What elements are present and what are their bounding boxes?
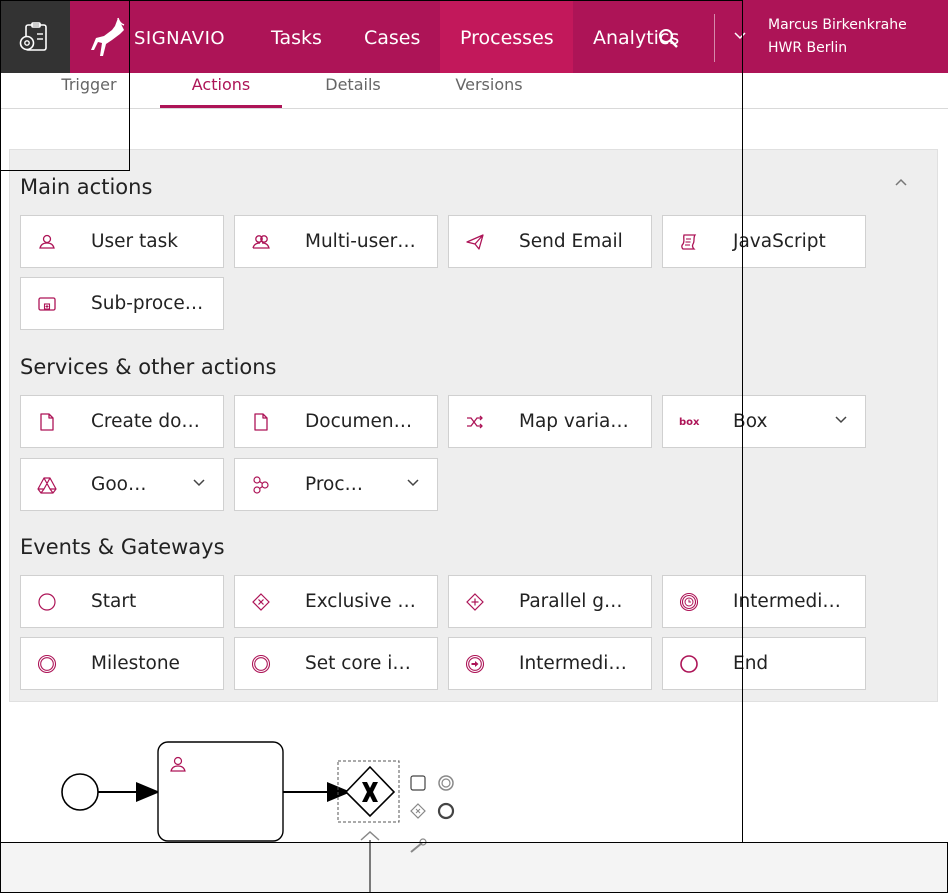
nav-processes[interactable]: Processes bbox=[440, 0, 573, 73]
nav-divider bbox=[714, 14, 715, 62]
action-label: Map varia… bbox=[519, 411, 629, 432]
document-icon bbox=[40, 413, 54, 431]
action-sub-process[interactable]: Sub-proce… bbox=[20, 277, 224, 330]
brand-name: SIGNAVIO bbox=[134, 28, 226, 49]
process-icon bbox=[253, 476, 269, 494]
milestone-icon bbox=[37, 654, 57, 674]
action-user-task[interactable]: User task bbox=[20, 215, 224, 268]
action-label: Start bbox=[91, 591, 137, 612]
append-task-icon[interactable] bbox=[410, 775, 426, 791]
tab-trigger[interactable]: Trigger bbox=[48, 73, 130, 108]
action-label: Create do… bbox=[91, 411, 200, 432]
action-label: Multi-user… bbox=[305, 231, 416, 252]
action-label: Intermedi… bbox=[519, 653, 627, 674]
event-intermediate-timer[interactable]: Intermedi… bbox=[662, 575, 866, 628]
action-label: Sub-proce… bbox=[91, 293, 204, 314]
start-event-shape[interactable] bbox=[61, 773, 99, 811]
event-start[interactable]: Start bbox=[20, 575, 224, 628]
multi-user-icon bbox=[252, 235, 270, 249]
box-logo-icon: box bbox=[679, 417, 700, 428]
action-label: Send Email bbox=[519, 231, 623, 252]
timer-event-icon bbox=[679, 592, 699, 612]
editor-tabs: Trigger Actions Details Versions bbox=[0, 73, 948, 109]
top-navigation-bar: SIGNAVIO Tasks Cases Processes Analytics… bbox=[0, 0, 948, 73]
action-label: End bbox=[733, 653, 769, 674]
chevron-down-icon[interactable] bbox=[733, 31, 747, 41]
action-label: Documen… bbox=[305, 411, 413, 432]
chevron-down-icon[interactable] bbox=[835, 416, 847, 424]
exclusive-gateway-shape[interactable] bbox=[337, 760, 400, 823]
search-icon[interactable] bbox=[657, 27, 681, 51]
nav-tasks[interactable]: Tasks bbox=[251, 0, 342, 73]
start-event-icon bbox=[38, 593, 56, 611]
google-drive-icon bbox=[37, 477, 57, 494]
user-organization: HWR Berlin bbox=[768, 40, 848, 56]
append-gateway-icon[interactable] bbox=[410, 803, 426, 819]
parallel-gateway-icon bbox=[466, 593, 484, 611]
gateway-exclusive[interactable]: Exclusive … bbox=[234, 575, 438, 628]
process-diagram-canvas[interactable] bbox=[0, 702, 948, 893]
action-google-drive[interactable]: Goo… bbox=[20, 458, 224, 511]
action-process[interactable]: Proc… bbox=[234, 458, 438, 511]
event-intermediate[interactable]: Intermedi… bbox=[448, 637, 652, 690]
send-icon bbox=[466, 234, 484, 250]
svg-text:box: box bbox=[679, 417, 700, 428]
chevron-up-icon[interactable] bbox=[360, 830, 380, 841]
user-name[interactable]: Marcus Birkenkrahe bbox=[768, 17, 907, 33]
core-info-icon bbox=[251, 654, 271, 674]
action-send-email[interactable]: Send Email bbox=[448, 215, 652, 268]
action-label: Milestone bbox=[91, 653, 180, 674]
signavio-logo[interactable]: SIGNAVIO bbox=[88, 14, 228, 60]
tab-details[interactable]: Details bbox=[312, 73, 394, 108]
action-create-document[interactable]: Create do… bbox=[20, 395, 224, 448]
action-label: Goo… bbox=[91, 474, 147, 495]
action-document[interactable]: Documen… bbox=[234, 395, 438, 448]
connect-wrench-icon[interactable] bbox=[410, 838, 427, 853]
event-set-core-info[interactable]: Set core i… bbox=[234, 637, 438, 690]
action-multi-user-task[interactable]: Multi-user… bbox=[234, 215, 438, 268]
antelope-logo-icon bbox=[91, 17, 125, 56]
nav-cases[interactable]: Cases bbox=[344, 0, 440, 73]
shuffle-icon bbox=[467, 415, 483, 429]
append-intermediate-event-icon[interactable] bbox=[438, 775, 454, 791]
chevron-down-icon[interactable] bbox=[193, 479, 205, 487]
subprocess-icon bbox=[38, 297, 56, 311]
action-label: JavaScript bbox=[733, 231, 826, 252]
intermediate-event-icon bbox=[465, 654, 485, 674]
action-box[interactable]: box Box bbox=[662, 395, 866, 448]
action-label: Set core i… bbox=[305, 653, 411, 674]
chevron-down-icon[interactable] bbox=[407, 479, 419, 487]
tab-versions[interactable]: Versions bbox=[438, 73, 540, 108]
chevron-up-icon[interactable] bbox=[894, 177, 908, 187]
action-map-variables[interactable]: Map varia… bbox=[448, 395, 652, 448]
event-end[interactable]: End bbox=[662, 637, 866, 690]
tab-actions[interactable]: Actions bbox=[160, 73, 282, 108]
action-javascript[interactable]: JavaScript bbox=[662, 215, 866, 268]
section-title-main-actions: Main actions bbox=[20, 175, 153, 199]
end-event-icon bbox=[680, 655, 698, 673]
action-label: Exclusive … bbox=[305, 591, 416, 612]
section-title-events: Events & Gateways bbox=[20, 535, 225, 559]
gateway-parallel[interactable]: Parallel g… bbox=[448, 575, 652, 628]
exclusive-gateway-icon bbox=[252, 593, 270, 611]
context-pad[interactable] bbox=[410, 775, 455, 853]
action-label: Intermedi… bbox=[733, 591, 841, 612]
action-label: Parallel g… bbox=[519, 591, 623, 612]
user-task-shape[interactable] bbox=[157, 741, 284, 842]
action-label: Box bbox=[733, 411, 768, 432]
section-title-services: Services & other actions bbox=[20, 355, 277, 379]
user-icon bbox=[39, 234, 55, 249]
process-settings-button[interactable] bbox=[0, 0, 70, 73]
action-label: Proc… bbox=[305, 474, 364, 495]
script-icon bbox=[681, 234, 697, 250]
append-end-event-icon[interactable] bbox=[437, 802, 455, 820]
action-label: User task bbox=[91, 231, 178, 252]
document-icon bbox=[254, 413, 268, 431]
settings-clipboard-icon bbox=[19, 22, 47, 51]
event-milestone[interactable]: Milestone bbox=[20, 637, 224, 690]
